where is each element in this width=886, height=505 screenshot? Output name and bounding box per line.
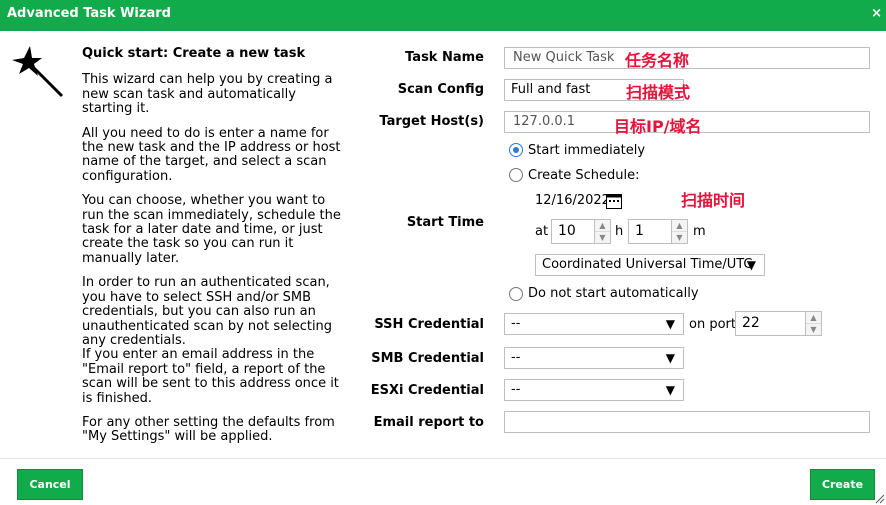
help-panel: Quick start: Create a new task This wiza…: [82, 46, 350, 455]
scan-config-annotation: 扫描模式: [626, 83, 691, 102]
task-name-annotation: 任务名称: [625, 51, 690, 70]
create-schedule-radio[interactable]: [509, 168, 523, 182]
hour-value: 10: [558, 223, 576, 239]
scan-config-value: Full and fast: [511, 82, 591, 97]
timezone-select[interactable]: Coordinated Universal Time/UTC ▼: [535, 254, 765, 276]
target-hosts-annotation: 目标IP/域名: [614, 117, 702, 136]
esxi-credential-select[interactable]: -- ▼: [504, 379, 684, 401]
start-immediately-radio[interactable]: [509, 143, 523, 157]
chevron-down-icon: ▼: [665, 351, 675, 365]
magic-wand-icon: [12, 46, 64, 98]
hour-unit-label: h: [615, 224, 624, 239]
hour-up-icon[interactable]: ▲: [595, 220, 610, 232]
on-port-label: on port: [689, 317, 736, 332]
ssh-credential-select[interactable]: -- ▼: [504, 313, 684, 335]
email-label: Email report to: [373, 415, 484, 430]
create-button[interactable]: Create: [810, 469, 875, 500]
chevron-down-icon: ▼: [665, 317, 675, 331]
minute-up-icon[interactable]: ▲: [672, 220, 687, 232]
port-up-icon[interactable]: ▲: [806, 312, 821, 324]
help-paragraph: For any other setting the defaults from …: [82, 414, 335, 445]
help-heading: Quick start: Create a new task: [82, 46, 306, 61]
esxi-credential-value: --: [511, 382, 521, 397]
ssh-credential-label: SSH Credential: [374, 317, 484, 332]
ssh-credential-value: --: [511, 316, 521, 331]
task-name-label: Task Name: [405, 50, 484, 65]
dialog-title: Advanced Task Wizard: [7, 6, 171, 21]
ssh-port-value: 22: [742, 315, 760, 331]
help-paragraph: All you need to do is enter a name for t…: [82, 125, 341, 184]
dialog-footer: [0, 458, 886, 459]
start-time-label: Start Time: [406, 215, 484, 230]
help-paragraph: This wizard can help you by creating a n…: [82, 72, 333, 117]
create-schedule-label: Create Schedule:: [528, 168, 640, 183]
no-start-label: Do not start automatically: [528, 286, 699, 301]
esxi-credential-label: ESXi Credential: [370, 383, 484, 398]
timezone-value: Coordinated Universal Time/UTC: [542, 257, 753, 272]
smb-credential-select[interactable]: -- ▼: [504, 347, 684, 369]
chevron-down-icon: ▼: [665, 383, 675, 397]
schedule-date: 12/16/2022: [535, 193, 610, 208]
start-immediately-label: Start immediately: [528, 143, 646, 158]
close-icon[interactable]: ×: [871, 6, 882, 21]
help-paragraph: In order to run an authenticated scan, y…: [82, 275, 333, 348]
help-paragraph: If you enter an email address in the "Em…: [82, 347, 339, 406]
minute-value: 1: [635, 223, 644, 239]
ssh-port-spinner[interactable]: 22 ▲ ▼: [735, 311, 822, 336]
minute-unit-label: m: [693, 224, 706, 239]
start-time-annotation: 扫描时间: [681, 191, 746, 210]
chevron-down-icon: ▼: [746, 258, 756, 272]
port-down-icon[interactable]: ▼: [806, 324, 821, 335]
dialog-titlebar: Advanced Task Wizard ×: [0, 0, 886, 31]
cancel-button[interactable]: Cancel: [17, 469, 83, 500]
no-start-radio[interactable]: [509, 287, 523, 301]
calendar-icon[interactable]: [606, 193, 622, 209]
minute-down-icon[interactable]: ▼: [672, 232, 687, 243]
minute-spinner[interactable]: 1 ▲ ▼: [628, 219, 688, 244]
smb-credential-value: --: [511, 350, 521, 365]
scan-config-label: Scan Config: [397, 82, 484, 97]
email-input[interactable]: [504, 411, 870, 433]
target-hosts-label: Target Host(s): [379, 114, 484, 129]
smb-credential-label: SMB Credential: [371, 351, 484, 366]
help-paragraph: You can choose, whether you want to run …: [82, 193, 341, 266]
resize-grip-icon[interactable]: [875, 494, 885, 504]
hour-spinner[interactable]: 10 ▲ ▼: [551, 219, 611, 244]
at-label: at: [535, 224, 549, 239]
hour-down-icon[interactable]: ▼: [595, 232, 610, 243]
